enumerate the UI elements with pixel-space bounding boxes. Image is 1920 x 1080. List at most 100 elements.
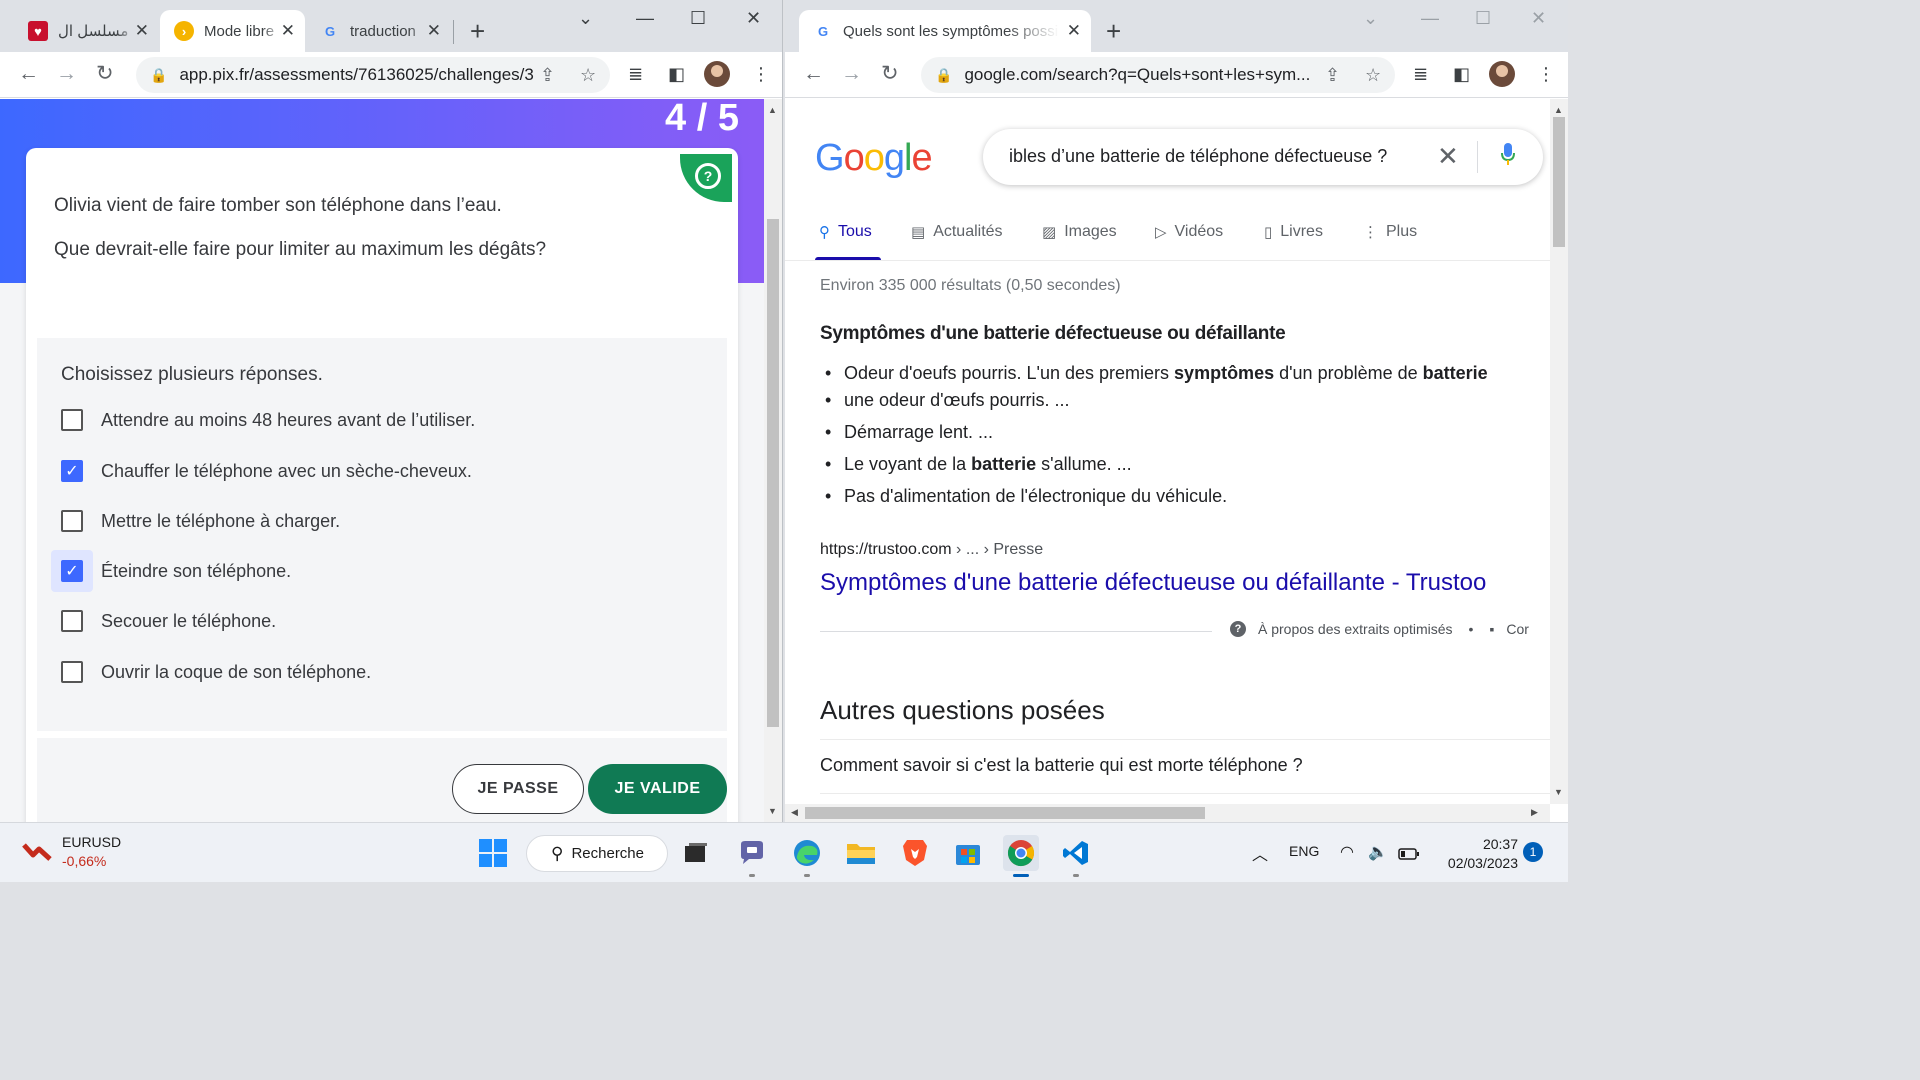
search-input[interactable]: ibles d’une batterie de téléphone défect… <box>1009 146 1387 167</box>
tab-arabic-series[interactable]: ♥ مسلسل ال ✕ <box>14 10 159 52</box>
scroll-up-arrow[interactable]: ▲ <box>768 105 777 115</box>
show-hidden-icons-chevron-icon[interactable]: ︿ <box>1252 841 1268 865</box>
task-view-button[interactable] <box>678 835 714 871</box>
answer-option-5[interactable]: Secouer le téléphone. <box>61 601 276 641</box>
media-control-icon[interactable]: ≣ <box>628 64 643 84</box>
teams-chat-app[interactable] <box>734 835 770 877</box>
checkbox-checked[interactable]: ✓ <box>61 560 83 582</box>
notification-badge[interactable]: 1 <box>1523 842 1543 862</box>
back-button[interactable]: ← <box>803 62 824 86</box>
feedback-link[interactable]: Cor <box>1506 621 1529 637</box>
close-icon[interactable]: ✕ <box>1067 22 1081 40</box>
skip-button[interactable]: JE PASSE <box>452 764 584 814</box>
horizontal-scrollbar[interactable]: ◀ ▶ <box>785 804 1550 822</box>
new-tab-button[interactable]: + <box>470 18 485 44</box>
close-icon[interactable]: ✕ <box>427 22 441 40</box>
search-tabs: ⚲ Tous ▤ Actualités ▨ Images ▷ Vidéos ▯ Livre… <box>785 217 1550 261</box>
system-clock[interactable]: 20:37 02/03/2023 <box>1436 835 1518 873</box>
tab-tous[interactable]: ⚲ Tous <box>819 223 872 241</box>
media-control-icon[interactable]: ≣ <box>1413 64 1428 84</box>
vertical-scrollbar[interactable]: ▲ ▼ <box>1550 99 1568 804</box>
share-icon[interactable]: ⇪ <box>1325 65 1340 86</box>
checkbox-checked[interactable]: ✓ <box>61 460 83 482</box>
menu-kebab-icon[interactable]: ⋮ <box>1537 64 1555 84</box>
scroll-down-arrow[interactable]: ▼ <box>768 806 777 816</box>
answer-option-1[interactable]: Attendre au moins 48 heures avant de l’u… <box>61 400 475 440</box>
close-icon[interactable]: ✕ <box>135 22 149 40</box>
checkbox[interactable] <box>61 610 83 632</box>
side-panel-icon[interactable]: ◧ <box>668 64 685 84</box>
bookmark-star-icon[interactable]: ☆ <box>1365 65 1381 86</box>
validate-button[interactable]: JE VALIDE <box>588 764 727 814</box>
battery-icon[interactable] <box>1398 847 1420 863</box>
scroll-thumb[interactable] <box>1553 117 1565 247</box>
scroll-right-arrow[interactable]: ▶ <box>1531 807 1538 818</box>
minimize-button[interactable]: — <box>636 8 654 29</box>
volume-icon[interactable]: 🔈 <box>1368 842 1388 862</box>
close-window-button[interactable]: ✕ <box>1531 8 1546 29</box>
forward-button[interactable]: → <box>56 62 77 86</box>
scroll-thumb[interactable] <box>805 807 1205 819</box>
brave-app[interactable] <box>897 835 933 871</box>
wifi-icon[interactable]: ◠ <box>1340 842 1354 862</box>
file-explorer-app[interactable] <box>843 835 879 871</box>
tab-plus[interactable]: ⋮ Plus <box>1363 223 1417 241</box>
vertical-scrollbar[interactable]: ▲ ▼ <box>764 99 782 822</box>
menu-kebab-icon[interactable]: ⋮ <box>752 64 770 84</box>
tab-google-search[interactable]: G Quels sont les symptômes possibles ✕ <box>799 10 1091 52</box>
scroll-thumb[interactable] <box>767 219 779 727</box>
tab-pix-mode-libre[interactable]: › Mode libre ✕ <box>160 10 305 52</box>
scroll-up-arrow[interactable]: ▲ <box>1554 105 1563 115</box>
clear-search-icon[interactable]: ✕ <box>1437 141 1459 171</box>
result-cite[interactable]: https://trustoo.com › ... › Presse <box>820 541 1043 559</box>
google-logo[interactable]: Google <box>815 137 933 180</box>
microsoft-store-app[interactable] <box>950 835 986 871</box>
vscode-app[interactable] <box>1058 835 1094 877</box>
scroll-down-arrow[interactable]: ▼ <box>1554 787 1563 797</box>
tab-traduction[interactable]: G traduction ✕ <box>306 10 451 52</box>
microphone-icon[interactable] <box>1501 143 1515 165</box>
reload-button[interactable]: ↻ <box>96 62 114 86</box>
reload-button[interactable]: ↻ <box>881 62 899 86</box>
start-button[interactable] <box>475 835 511 871</box>
checkbox[interactable] <box>61 409 83 431</box>
tab-search-icon[interactable]: ⌄ <box>578 8 593 29</box>
answer-option-4[interactable]: ✓ Éteindre son téléphone. <box>51 550 291 592</box>
minimize-button[interactable]: — <box>1421 8 1439 29</box>
maximize-button[interactable]: ☐ <box>1475 8 1491 29</box>
share-icon[interactable]: ⇪ <box>540 65 555 86</box>
tab-videos[interactable]: ▷ Vidéos <box>1155 223 1223 241</box>
stock-widget[interactable]: EURUSD -0,66% <box>22 833 121 871</box>
chrome-app[interactable] <box>1003 835 1039 877</box>
taskbar-search[interactable]: ⚲ Recherche <box>526 835 668 872</box>
tab-livres[interactable]: ▯ Livres <box>1264 223 1323 241</box>
about-snippets-link[interactable]: À propos des extraits optimisés <box>1258 621 1453 637</box>
profile-avatar[interactable] <box>704 61 730 87</box>
side-panel-icon[interactable]: ◧ <box>1453 64 1470 84</box>
close-icon[interactable]: ✕ <box>281 22 295 40</box>
address-bar[interactable]: 🔒 google.com/search?q=Quels+sont+les+sym… <box>921 57 1395 93</box>
edge-app[interactable] <box>789 835 825 877</box>
maximize-button[interactable]: ☐ <box>690 8 706 29</box>
tab-images[interactable]: ▨ Images <box>1042 223 1117 241</box>
forward-button[interactable]: → <box>841 62 862 86</box>
tab-actualites[interactable]: ▤ Actualités <box>911 223 1003 241</box>
answer-option-3[interactable]: Mettre le téléphone à charger. <box>61 501 340 541</box>
search-box[interactable]: ibles d’une batterie de téléphone défect… <box>983 129 1543 185</box>
paa-question[interactable]: Comment savoir si c'est la batterie qui … <box>820 755 1303 776</box>
address-bar[interactable]: 🔒 app.pix.fr/assessments/76136025/challe… <box>136 57 610 93</box>
back-button[interactable]: ← <box>18 62 39 86</box>
answer-option-6[interactable]: Ouvrir la coque de son téléphone. <box>61 652 371 692</box>
search-icon: ⚲ <box>819 224 830 241</box>
bookmark-star-icon[interactable]: ☆ <box>580 65 596 86</box>
answer-option-2[interactable]: ✓ Chauffer le téléphone avec un sèche-ch… <box>61 451 472 491</box>
language-indicator[interactable]: ENG <box>1289 843 1319 859</box>
close-window-button[interactable]: ✕ <box>746 8 761 29</box>
tab-search-icon[interactable]: ⌄ <box>1363 8 1378 29</box>
checkbox[interactable] <box>61 510 83 532</box>
new-tab-button[interactable]: + <box>1106 18 1121 44</box>
checkbox[interactable] <box>61 661 83 683</box>
profile-avatar[interactable] <box>1489 61 1515 87</box>
result-title-link[interactable]: Symptômes d'une batterie défectueuse ou … <box>820 569 1486 597</box>
scroll-left-arrow[interactable]: ◀ <box>791 807 798 818</box>
